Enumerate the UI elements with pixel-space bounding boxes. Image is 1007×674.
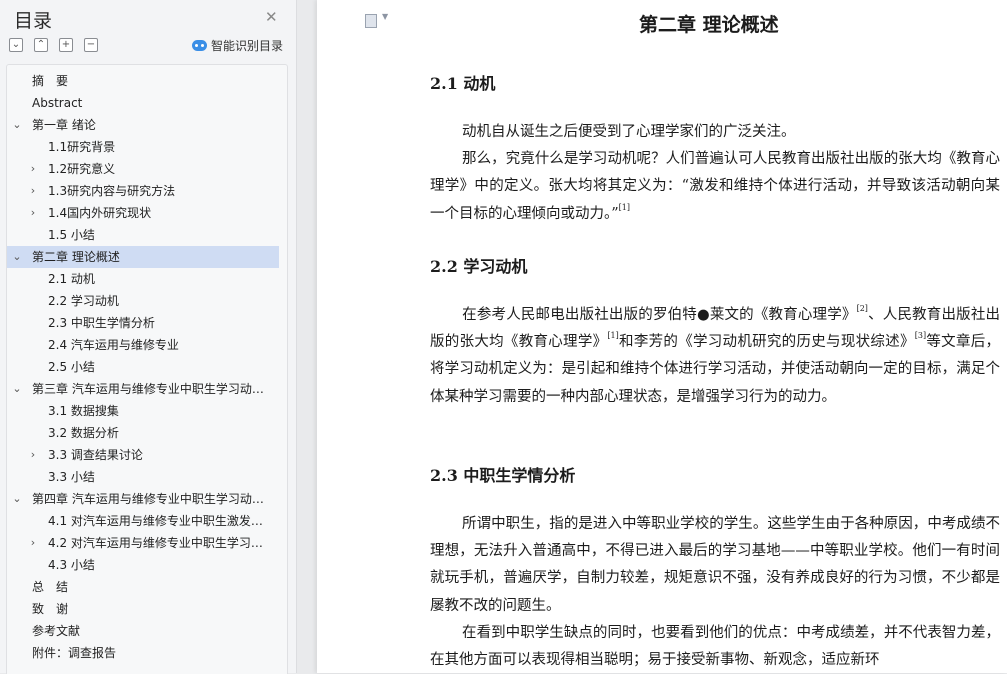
paragraph: 在看到中职学生缺点的同时，也要看到他们的优点：中考成绩差，并不代表智力差，在其他…: [430, 624, 1000, 669]
toc-item-label: 第二章 理论概述: [32, 250, 120, 264]
toc-item-label: 附件：调查报告: [32, 646, 117, 660]
toc-item[interactable]: 附件：调查报告: [7, 642, 279, 664]
chevron-down-icon[interactable]: ⌄: [11, 378, 23, 400]
document-icon[interactable]: [365, 14, 377, 28]
section-2-3-body: 所谓中职生，指的是进入中等职业学校的学生。这些学生由于各种原因，中考成绩不理想，…: [430, 511, 1000, 673]
chevron-right-icon[interactable]: ›: [27, 532, 39, 554]
paragraph: 所谓中职生，指的是进入中等职业学校的学生。这些学生由于各种原因，中考成绩不理想，…: [430, 516, 1000, 614]
toc-item[interactable]: 4.3 小结: [7, 554, 279, 576]
toc-item[interactable]: 3.1 数据搜集: [7, 400, 279, 422]
section-2-2-body: 在参考人民邮电出版社出版的罗伯特●莱文的《教育心理学》[2]、人民教育出版社出版…: [430, 302, 1000, 411]
toc-item[interactable]: 2.5 小结: [7, 356, 279, 378]
toc-item-label: 4.1 对汽车运用与维修专业中职生激发学习动机的建议: [48, 514, 272, 528]
toc-item-label: 第四章 汽车运用与维修专业中职生学习动机激发策略: [32, 492, 272, 506]
page-gap: [297, 0, 317, 673]
toc-item-label: 3.3 调查结果讨论: [48, 448, 143, 462]
toc-item-label: 2.5 小结: [48, 360, 95, 374]
close-icon[interactable]: ✕: [265, 8, 278, 26]
toc-item-label: 总 结: [32, 580, 69, 594]
citation-ref[interactable]: [2]: [857, 304, 868, 313]
smart-toc-label: 智能识别目录: [211, 39, 284, 53]
paragraph: 动机自从诞生之后便受到了心理学家们的广泛关注。: [462, 124, 796, 140]
section-2-2-heading: 2.2 学习动机: [430, 257, 528, 276]
toc-item[interactable]: ⌄ 第三章 汽车运用与维修专业中职生学习动机现状调查: [7, 378, 279, 400]
toc-item-label: 1.1研究背景: [48, 140, 116, 154]
toc-item[interactable]: 致 谢: [7, 598, 279, 620]
toc-list: 摘 要 Abstract ⌄ 第一章 绪论 1.1研究背景 › 1.2研究意义 › 1.3研究内…: [6, 64, 288, 674]
toc-item-label: 致 谢: [32, 602, 69, 616]
toc-item-label: 3.2 数据分析: [48, 426, 119, 440]
chevron-down-icon[interactable]: ⌄: [11, 488, 23, 510]
chevron-down-icon[interactable]: ⌄: [11, 114, 23, 136]
toc-item-label: 1.4国内外研究现状: [48, 206, 152, 220]
toc-item[interactable]: › 1.3研究内容与研究方法: [7, 180, 279, 202]
chevron-down-icon[interactable]: ▼: [382, 12, 388, 21]
toc-item-label: 3.3 小结: [48, 470, 95, 484]
chevron-right-icon[interactable]: ›: [27, 444, 39, 466]
toc-item[interactable]: 1.5 小结: [7, 224, 279, 246]
toc-toolbar: ⌄ ⌃ + −: [9, 38, 98, 52]
toc-item-label: 第一章 绪论: [32, 118, 96, 132]
toc-item-label: 1.5 小结: [48, 228, 95, 242]
toc-item[interactable]: 1.1研究背景: [7, 136, 279, 158]
collapse-all-icon[interactable]: ⌃: [34, 38, 48, 52]
citation-ref[interactable]: [3]: [915, 331, 926, 340]
toc-item-label: 4.2 对汽车运用与维修专业中职生学习动机的激发策略: [48, 536, 272, 550]
toc-item-label: 参考文献: [32, 624, 81, 638]
sidebar-title: 目录: [14, 10, 53, 32]
toc-item-label: 2.3 中职生学情分析: [48, 316, 155, 330]
toc-item-label: 2.1 动机: [48, 272, 95, 286]
toc-item[interactable]: ⌄ 第一章 绪论: [7, 114, 279, 136]
toc-item[interactable]: ⌄ 第四章 汽车运用与维修专业中职生学习动机激发策略: [7, 488, 279, 510]
toc-item-label: 1.2研究意义: [48, 162, 116, 176]
toc-item-label: 4.3 小结: [48, 558, 95, 572]
chapter-title: 第二章 理论概述: [639, 14, 779, 36]
paragraph: 在参考人民邮电出版社出版的罗伯特●莱文的《教育心理学》[2]、人民教育出版社出版…: [430, 304, 1001, 405]
add-heading-icon[interactable]: +: [59, 38, 73, 52]
chevron-down-icon[interactable]: ⌄: [11, 246, 23, 268]
toc-item-label: 1.3研究内容与研究方法: [48, 184, 176, 198]
toc-item[interactable]: ⌄ 第二章 理论概述: [7, 246, 279, 268]
toc-item-label: 2.4 汽车运用与维修专业: [48, 338, 179, 352]
section-2-1-body: 动机自从诞生之后便受到了心理学家们的广泛关注。 那么，究竟什么是学习动机呢？人们…: [430, 119, 1000, 228]
paragraph: 那么，究竟什么是学习动机呢？人们普遍认可人民教育出版社出版的张大均《教育心理学》…: [430, 151, 1000, 222]
toc-item[interactable]: 2.2 学习动机: [7, 290, 279, 312]
toc-item[interactable]: 3.2 数据分析: [7, 422, 279, 444]
toc-sidebar: 目录 ✕ ⌄ ⌃ + − 智能识别目录 摘 要 Abstract ⌄ 第一章 绪论 1.…: [0, 0, 297, 674]
remove-heading-icon[interactable]: −: [84, 38, 98, 52]
section-2-1-heading: 2.1 动机: [430, 74, 496, 93]
expand-all-icon[interactable]: ⌄: [9, 38, 23, 52]
chevron-right-icon[interactable]: ›: [27, 158, 39, 180]
toc-item[interactable]: 摘 要: [7, 70, 279, 92]
chevron-right-icon[interactable]: ›: [27, 180, 39, 202]
toc-item-label: 摘 要: [32, 74, 69, 88]
citation-ref[interactable]: [1]: [607, 331, 618, 340]
toc-item[interactable]: Abstract: [7, 92, 279, 114]
toc-item[interactable]: 4.1 对汽车运用与维修专业中职生激发学习动机的建议: [7, 510, 279, 532]
toc-item[interactable]: › 3.3 调查结果讨论: [7, 444, 279, 466]
citation-ref[interactable]: [1]: [619, 203, 630, 212]
toc-item-label: 2.2 学习动机: [48, 294, 119, 308]
smart-robot-icon: [192, 40, 207, 51]
document-page: ▼ 第二章 理论概述 2.1 动机 动机自从诞生之后便受到了心理学家们的广泛关注…: [317, 0, 1007, 673]
section-2-3-heading: 2.3 中职生学情分析: [430, 466, 576, 485]
toc-item[interactable]: 2.4 汽车运用与维修专业: [7, 334, 279, 356]
smart-toc-button[interactable]: 智能识别目录: [192, 37, 283, 54]
toc-item[interactable]: 3.3 小结: [7, 466, 279, 488]
toc-item[interactable]: 2.1 动机: [7, 268, 279, 290]
toc-item[interactable]: 参考文献: [7, 620, 279, 642]
toc-item[interactable]: › 4.2 对汽车运用与维修专业中职生学习动机的激发策略: [7, 532, 279, 554]
toc-item-label: 3.1 数据搜集: [48, 404, 119, 418]
toc-item[interactable]: 总 结: [7, 576, 279, 598]
toc-item-label: 第三章 汽车运用与维修专业中职生学习动机现状调查: [32, 382, 272, 396]
toc-item[interactable]: › 1.2研究意义: [7, 158, 279, 180]
toc-item[interactable]: 2.3 中职生学情分析: [7, 312, 279, 334]
toc-item-label: Abstract: [32, 96, 83, 110]
toc-item[interactable]: › 1.4国内外研究现状: [7, 202, 279, 224]
chevron-right-icon[interactable]: ›: [27, 202, 39, 224]
